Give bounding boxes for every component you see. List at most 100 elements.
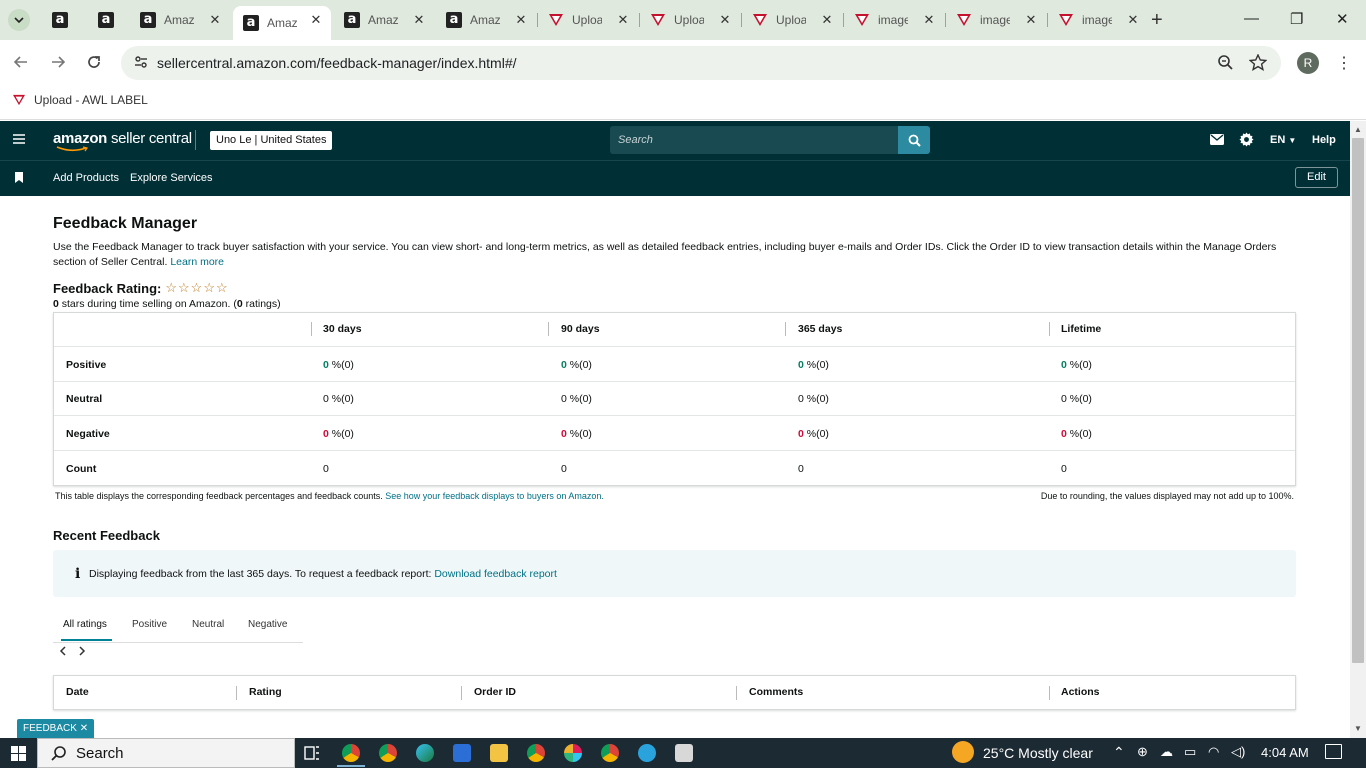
bookmark-star-icon[interactable] — [1249, 54, 1267, 71]
mail-icon[interactable] — [1210, 134, 1224, 145]
column-header-date[interactable]: Date — [66, 686, 89, 698]
browser-tab-9[interactable]: Uploa ✕ — [742, 6, 842, 34]
nav-add-products[interactable]: Add Products — [53, 172, 119, 184]
browser-tab-8[interactable]: Uploa ✕ — [640, 6, 740, 34]
edit-nav-button[interactable]: Edit — [1295, 167, 1338, 188]
close-icon[interactable]: ✕ — [616, 13, 630, 27]
task-view-icon[interactable] — [303, 744, 321, 762]
tray-app-icon[interactable]: ⊕ — [1137, 744, 1148, 760]
close-icon[interactable]: ✕ — [514, 13, 528, 27]
help-link[interactable]: Help — [1312, 134, 1336, 146]
browser-tab-10[interactable]: image ✕ — [844, 6, 944, 34]
close-icon[interactable]: ✕ — [309, 13, 323, 27]
close-icon[interactable]: ✕ — [1126, 13, 1140, 27]
pagination-next-icon[interactable] — [78, 646, 86, 656]
column-header-30-days: 30 days — [323, 323, 362, 335]
close-icon[interactable]: ✕ — [820, 13, 834, 27]
restore-icon[interactable]: ❐ — [1290, 10, 1303, 28]
close-icon[interactable]: ✕ — [80, 723, 88, 734]
site-info-icon[interactable] — [133, 54, 149, 70]
browser-tab-active[interactable]: a Amaz ✕ — [233, 6, 331, 40]
scrollbar-thumb[interactable] — [1352, 138, 1364, 663]
wifi-icon[interactable]: ◠ — [1208, 744, 1219, 760]
app-taskbar-icon[interactable] — [675, 744, 693, 762]
buyer-display-link[interactable]: See how your feedback displays to buyers… — [385, 491, 604, 501]
taskbar-search-box[interactable]: Search — [37, 738, 295, 768]
stars-summary: 0 stars during time selling on Amazon. (… — [53, 298, 281, 310]
weather-text[interactable]: 25°C Mostly clear — [983, 745, 1093, 761]
edge-taskbar-icon[interactable] — [416, 744, 434, 762]
seller-search-button[interactable] — [898, 126, 930, 154]
metric-suffix: %(0) — [328, 359, 354, 371]
feedback-tag-button[interactable]: FEEDBACK ✕ — [17, 719, 95, 738]
taskbar-search-label: Search — [76, 745, 124, 762]
nav-explore-services[interactable]: Explore Services — [130, 172, 213, 184]
gear-icon[interactable] — [1239, 132, 1254, 147]
tab-negative[interactable]: Negative — [248, 619, 287, 630]
browser-menu-icon[interactable]: ⋮ — [1336, 53, 1352, 73]
language-selector[interactable]: EN ▼ — [1270, 134, 1296, 146]
file-explorer-icon[interactable] — [490, 744, 508, 762]
search-icon — [908, 134, 921, 147]
new-tab-plus-icon[interactable]: + — [1151, 10, 1163, 30]
back-arrow-icon[interactable] — [12, 53, 32, 73]
reload-icon[interactable] — [85, 53, 105, 73]
close-icon[interactable]: ✕ — [1024, 13, 1038, 27]
learn-more-link[interactable]: Learn more — [170, 256, 224, 268]
browser-tab-11[interactable]: image ✕ — [946, 6, 1046, 34]
scroll-down-arrow-icon[interactable]: ▼ — [1354, 724, 1362, 733]
browser-tab-12[interactable]: image ✕ — [1048, 6, 1148, 34]
pagination-prev-icon[interactable] — [59, 646, 67, 656]
telegram-taskbar-icon[interactable] — [638, 744, 656, 762]
notification-icon[interactable] — [1325, 744, 1342, 759]
battery-icon[interactable]: ▭ — [1184, 744, 1196, 760]
close-icon[interactable]: ✕ — [412, 13, 426, 27]
forward-arrow-icon[interactable] — [49, 53, 69, 73]
chrome-taskbar-icon[interactable] — [379, 744, 397, 762]
table-header-row: 30 days 90 days 365 days Lifetime — [54, 313, 1295, 347]
browser-tab-5[interactable]: a Amaz ✕ — [334, 6, 434, 34]
tray-expand-icon[interactable]: ⌃ — [1113, 744, 1125, 761]
browser-tab-2[interactable]: a — [88, 6, 128, 34]
tab-search-button[interactable] — [8, 9, 30, 31]
browser-tab-6[interactable]: a Amaz ✕ — [436, 6, 536, 34]
row-label: Count — [66, 463, 97, 475]
seller-search-input[interactable]: Search — [610, 126, 898, 154]
close-icon[interactable]: ✕ — [718, 13, 732, 27]
count-cell: 0 — [1061, 463, 1067, 475]
close-icon[interactable]: ✕ — [922, 13, 936, 27]
chrome-taskbar-icon[interactable] — [342, 744, 360, 762]
download-report-link[interactable]: Download feedback report — [434, 568, 557, 580]
scroll-up-arrow-icon[interactable]: ▲ — [1354, 125, 1362, 134]
browser-tab-1[interactable]: a — [42, 6, 82, 34]
store-switcher[interactable]: Uno Le | United States — [210, 131, 333, 150]
page-scrollbar[interactable]: ▲ ▼ — [1350, 121, 1366, 738]
windows-start-icon[interactable] — [11, 746, 26, 761]
seller-central-logo[interactable]: amazon seller central — [53, 130, 192, 147]
store-taskbar-icon[interactable] — [453, 744, 471, 762]
hamburger-menu-icon[interactable] — [12, 133, 26, 145]
bookmark-upload-awl-label[interactable]: Upload - AWL LABEL — [12, 93, 148, 107]
browser-tab-3[interactable]: a Amaz ✕ — [130, 6, 230, 34]
profile-avatar[interactable]: R — [1297, 52, 1319, 74]
column-header-order-id[interactable]: Order ID — [474, 686, 516, 698]
clock-time[interactable]: 4:04 AM — [1261, 745, 1309, 760]
tab-positive[interactable]: Positive — [132, 619, 167, 630]
chrome-taskbar-icon[interactable] — [527, 744, 545, 762]
slack-taskbar-icon[interactable] — [564, 744, 582, 762]
minimize-icon[interactable]: — — [1244, 10, 1259, 27]
weather-moon-icon[interactable] — [952, 741, 974, 763]
chrome-taskbar-icon[interactable] — [601, 744, 619, 762]
tab-all-ratings[interactable]: All ratings — [63, 619, 107, 630]
zoom-icon[interactable] — [1217, 54, 1234, 71]
onedrive-cloud-icon[interactable]: ☁ — [1160, 744, 1173, 760]
browser-tab-7[interactable]: Uploa ✕ — [538, 6, 638, 34]
window-close-icon[interactable]: ✕ — [1336, 10, 1349, 28]
close-icon[interactable]: ✕ — [208, 13, 222, 27]
metric-suffix: %(0) — [803, 428, 829, 440]
bookmark-flag-icon[interactable] — [15, 172, 23, 183]
column-header-rating[interactable]: Rating — [249, 686, 282, 698]
tab-neutral[interactable]: Neutral — [192, 619, 224, 630]
volume-icon[interactable]: ◁) — [1231, 744, 1245, 760]
url-text[interactable]: sellercentral.amazon.com/feedback-manage… — [157, 55, 517, 71]
